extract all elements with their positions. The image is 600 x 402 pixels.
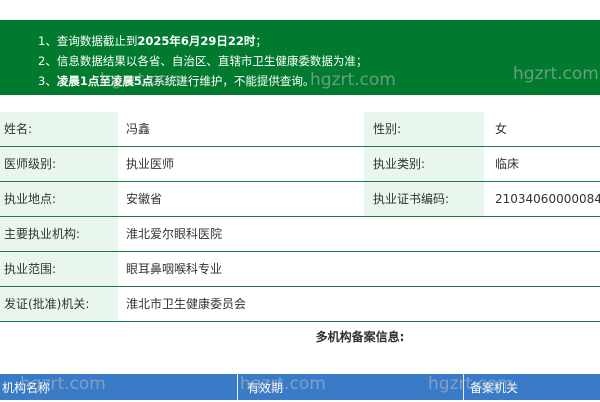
- header-institution-name: 机构名称: [0, 374, 238, 400]
- notice-line-3: 3、凌晨1点至凌晨5点系统进行维护，不能提供查询。: [38, 74, 315, 88]
- notice-line-1: 1、查询数据截止到2025年6月29日22时；: [38, 34, 267, 48]
- notice-line-2: 2、信息数据结果以各省、自治区、直辖市卫生健康委数据为准；: [38, 54, 368, 68]
- info-row-level: 医师级别: 执业医师 执业类别: 临床: [0, 147, 600, 182]
- institution-label: 主要执业机构:: [0, 217, 118, 251]
- info-row-scope: 执业范围: 眼耳鼻咽喉科专业: [0, 252, 600, 287]
- header-registration-authority: 备案机关: [470, 381, 519, 395]
- info-row-institution: 主要执业机构: 淮北爱尔眼科医院: [0, 217, 600, 252]
- multi-institution-table-header: 机构名称 有效期 备案机关: [0, 374, 600, 400]
- cert-label: 执业证书编码:: [364, 182, 484, 216]
- info-row-issuer: 发证(批准)机关: 淮北市卫生健康委员会: [0, 287, 600, 322]
- doctor-info-table: 姓名: 冯鑫 性别: 女 医师级别: 执业医师 执业类别: 临床 执业地点: 安…: [0, 112, 600, 322]
- header-validity: 有效期: [238, 374, 464, 400]
- gender-label: 性别:: [364, 112, 484, 146]
- gender-value: 女: [484, 112, 600, 146]
- category-label: 执业类别:: [364, 147, 484, 181]
- category-value: 临床: [484, 147, 600, 181]
- cert-value: 210340600000842: [484, 182, 600, 216]
- name-label: 姓名:: [0, 112, 118, 146]
- location-label: 执业地点:: [0, 182, 118, 216]
- info-row-location: 执业地点: 安徽省 执业证书编码: 210340600000842: [0, 182, 600, 217]
- institution-value: 淮北爱尔眼科医院: [118, 217, 600, 251]
- scope-label: 执业范围:: [0, 252, 118, 286]
- info-row-name: 姓名: 冯鑫 性别: 女: [0, 112, 600, 147]
- notice-banner: 1、查询数据截止到2025年6月29日22时； 2、信息数据结果以各省、自治区、…: [0, 20, 600, 95]
- name-value: 冯鑫: [118, 112, 364, 146]
- location-value: 安徽省: [118, 182, 364, 216]
- issuer-label: 发证(批准)机关:: [0, 287, 118, 321]
- level-label: 医师级别:: [0, 147, 118, 181]
- issuer-value: 淮北市卫生健康委员会: [118, 287, 600, 321]
- scope-value: 眼耳鼻咽喉科专业: [118, 252, 600, 286]
- level-value: 执业医师: [118, 147, 364, 181]
- multi-institution-title: 多机构备案信息:: [315, 330, 405, 344]
